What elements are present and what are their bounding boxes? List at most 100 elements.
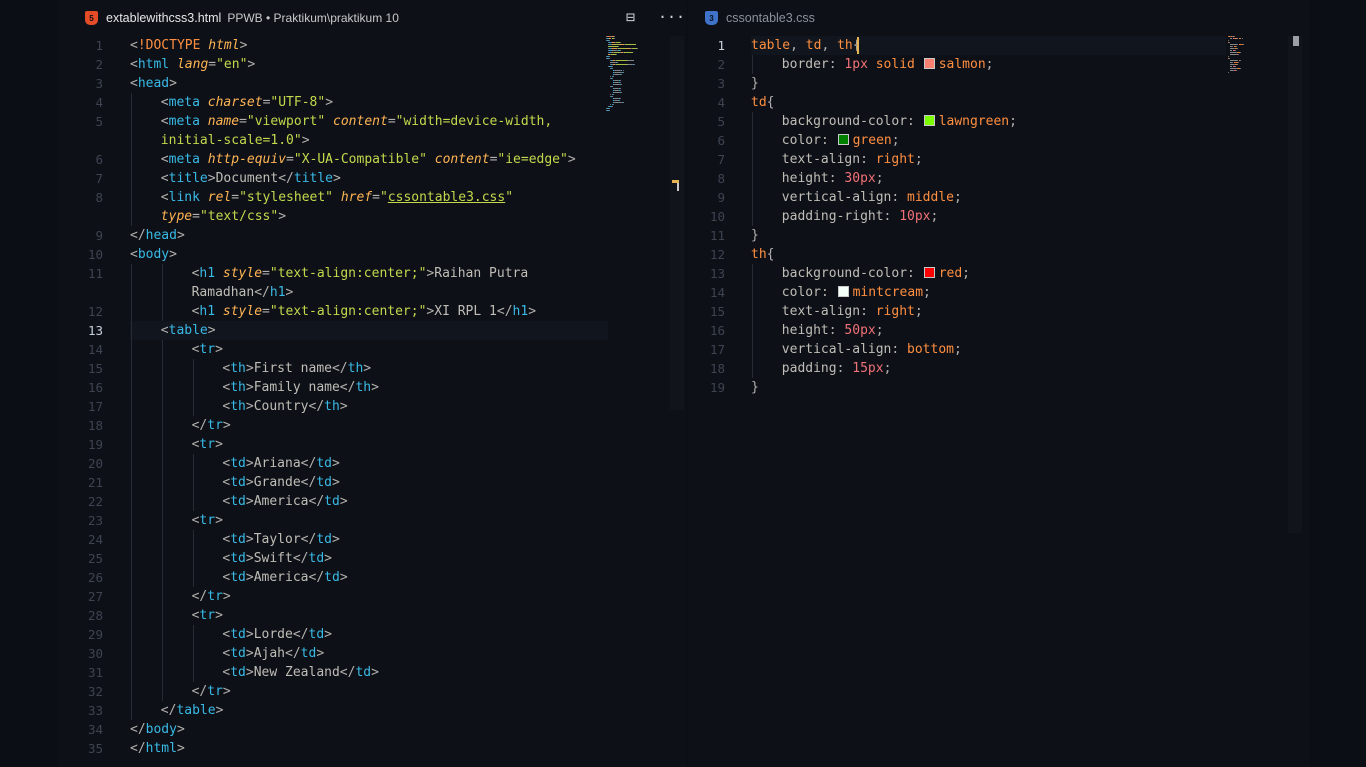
code-line[interactable]: 23 <tr> [57,511,605,530]
code-line[interactable]: 14 <tr> [57,340,605,359]
code-token: td [805,38,822,53]
code-line[interactable]: 33 </table> [57,701,605,720]
code-token: tr [199,437,216,452]
code-token: > [245,570,254,585]
code-line[interactable]: 9 </head> [57,226,605,245]
vertical-scrollbar[interactable] [1288,36,1302,533]
indent-guide [752,112,753,131]
code-token: h1 [269,285,286,300]
code-line[interactable]: 16 <th>Family name</th> [57,378,605,397]
code-token: tr [199,513,216,528]
code-line[interactable]: 18 padding: 15px; [688,359,1228,378]
minimap[interactable] [1228,36,1278,76]
code-line[interactable]: 21 <td>Grande</td> [57,473,605,492]
editor-pane-html[interactable]: 5 extablewithcss3.html PPWB • Praktikum\… [57,0,686,767]
code-line[interactable]: 7 text-align: right; [688,150,1228,169]
color-swatch[interactable] [923,115,935,126]
code-line[interactable]: 10 <body> [57,245,605,264]
code-line[interactable]: 13 background-color: red; [688,264,1228,283]
code-line[interactable]: 1 table, td, th{ [688,36,1228,55]
code-line[interactable]: 12 th{ [688,245,1228,264]
code-line[interactable]: 5 <meta name="viewport" content="width=de… [57,112,605,131]
code-token: body [137,247,170,262]
tab-cssontable3-css[interactable]: 3 cssontable3.css [705,0,815,36]
code-line[interactable]: 15 text-align: right; [688,302,1228,321]
line-number: 15 [709,304,725,319]
line-number: 5 [717,114,725,129]
color-swatch[interactable] [837,134,849,145]
code-line[interactable]: 3 <head> [57,74,605,93]
code-token: html [137,57,170,72]
indent-guide [131,568,132,587]
minimap-line [620,88,622,89]
code-line[interactable]: 8 <link rel="stylesheet" href="cssontable… [57,188,605,207]
code-line[interactable]: 8 height: 30px; [688,169,1228,188]
code-line[interactable]: 19 <tr> [57,435,605,454]
code-line[interactable]: 9 vertical-align: middle; [688,188,1228,207]
code-line[interactable]: 14 color: mintcream; [688,283,1228,302]
code-line[interactable]: 18 </tr> [57,416,605,435]
code-token: th [230,380,246,395]
code-line[interactable]: 1 <!DOCTYPE html> [57,36,605,55]
minimap-line [623,102,625,103]
color-swatch[interactable] [923,267,935,278]
code-line[interactable]: 2 <html lang="en"> [57,55,605,74]
code-line[interactable]: 24 <td>Taylor</td> [57,530,605,549]
code-line[interactable]: 16 height: 50px; [688,321,1228,340]
code-line[interactable]: 3} [688,74,1228,93]
code-token: lawngreen [938,114,1010,129]
code-token: background-color [781,114,908,129]
code-line[interactable]: 4 <meta charset="UTF-8"> [57,93,605,112]
code-line[interactable]: 25 <td>Swift</td> [57,549,605,568]
line-number: 3 [717,76,725,91]
code-line[interactable]: 19} [688,378,1228,397]
code-line[interactable]: 12 <h1 style="text-align:center;">XI RPL … [57,302,605,321]
code-line[interactable]: initial-scale=1.0"> [57,131,605,150]
code-line[interactable]: 34 </body> [57,720,605,739]
code-line[interactable]: 30 <td>Ajah</td> [57,644,605,663]
minimap-line [609,108,611,109]
code-line[interactable]: type="text/css"> [57,207,605,226]
code-line[interactable]: 5 background-color: lawngreen; [688,112,1228,131]
code-line[interactable]: 15 <th>First name</th> [57,359,605,378]
color-swatch[interactable] [837,286,849,297]
code-line[interactable]: 35 </html> [57,739,605,758]
minimap-line [619,42,621,43]
scrollbar-thumb[interactable] [1293,36,1299,46]
code-text: <meta charset="UTF-8"> [161,93,333,112]
color-swatch[interactable] [923,58,935,69]
code-line[interactable]: 22 <td>America</td> [57,492,605,511]
code-line[interactable]: 28 <tr> [57,606,605,625]
code-line[interactable]: 29 <td>Lorde</td> [57,625,605,644]
code-line[interactable]: 32 </tr> [57,682,605,701]
code-line[interactable]: 13 <table> [57,321,605,340]
code-line[interactable]: 31 <td>New Zealand</td> [57,663,605,682]
code-line[interactable]: 4 td{ [688,93,1228,112]
code-line[interactable]: 17 vertical-align: bottom; [688,340,1228,359]
code-text: <tr> [192,435,223,454]
code-line[interactable]: 7 <title>Document</title> [57,169,605,188]
split-editor-icon[interactable]: ⊟ [626,9,635,25]
code-text: <td>America</td> [222,492,347,511]
code-line[interactable]: 2 border: 1px solid salmon; [688,55,1228,74]
code-token: < [130,76,138,91]
more-actions-icon[interactable]: ··· [658,9,685,25]
code-line[interactable]: 27 </tr> [57,587,605,606]
minimap-line [615,64,627,65]
code-token: < [160,114,169,129]
code-line[interactable]: Ramadhan</h1> [57,283,605,302]
code-line[interactable]: 11} [688,226,1228,245]
code-token: </ [308,570,325,585]
code-line[interactable]: 11 <h1 style="text-align:center;">Raihan … [57,264,605,283]
minimap[interactable] [606,36,666,126]
tab-extablewithcss3-html[interactable]: 5 extablewithcss3.html PPWB • Praktikum\… [85,0,399,36]
code-line[interactable]: 17 <th>Country</th> [57,397,605,416]
editor-pane-css[interactable]: 3 cssontable3.css 1table, td, th{2border… [688,0,1309,767]
code-token: > [247,57,256,72]
code-line[interactable]: 26 <td>America</td> [57,568,605,587]
code-line[interactable]: 20 <td>Ariana</td> [57,454,605,473]
line-number: 18 [709,361,725,376]
code-line[interactable]: 10 padding-right: 10px; [688,207,1228,226]
code-line[interactable]: 6 <meta http-equiv="X-UA-Compatible" cont… [57,150,605,169]
code-line[interactable]: 6 color: green; [688,131,1228,150]
